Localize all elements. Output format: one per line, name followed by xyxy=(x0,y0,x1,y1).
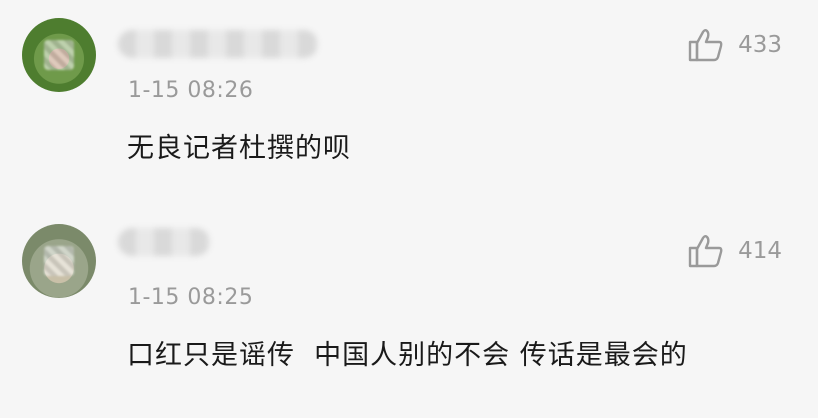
avatar[interactable] xyxy=(22,18,96,92)
comment-item: 433 1-15 08:26 无良记者杜撰的呗 xyxy=(0,0,818,200)
blurred-face xyxy=(44,246,74,276)
username-blurred[interactable] xyxy=(118,228,210,256)
like-count: 433 xyxy=(738,32,782,58)
thumbs-up-icon xyxy=(688,28,724,62)
comment-item: 414 1-15 08:25 口红只是谣传 中国人别的不会 传话是最会的 xyxy=(0,200,818,418)
like-button[interactable]: 414 xyxy=(688,234,782,268)
username-blurred[interactable] xyxy=(118,30,318,58)
like-button[interactable]: 433 xyxy=(688,28,782,62)
like-count: 414 xyxy=(738,238,782,264)
comment-timestamp: 1-15 08:25 xyxy=(128,285,254,310)
thumbs-up-icon xyxy=(688,234,724,268)
comment-text: 无良记者杜撰的呗 xyxy=(127,133,351,164)
comment-timestamp: 1-15 08:26 xyxy=(128,78,254,103)
avatar[interactable] xyxy=(22,224,96,298)
comment-text: 口红只是谣传 中国人别的不会 传话是最会的 xyxy=(127,340,688,371)
blurred-face xyxy=(44,40,74,70)
